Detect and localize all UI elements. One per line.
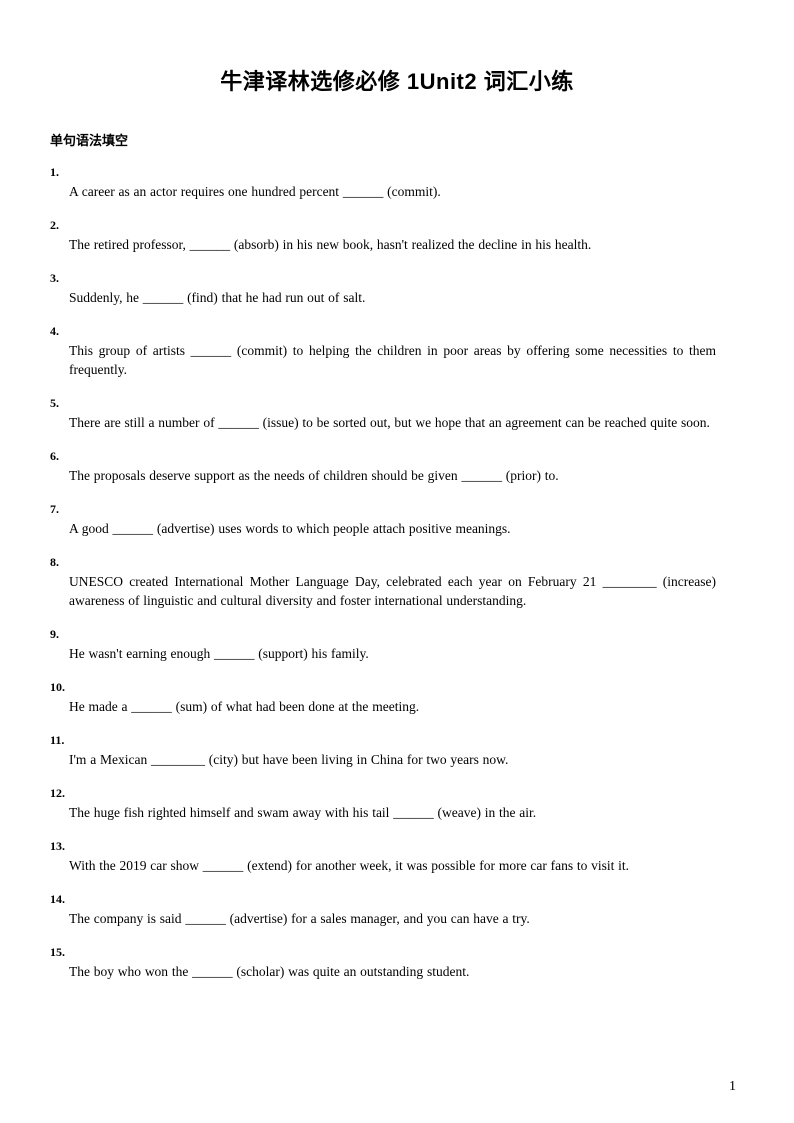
question-text: With the 2019 car show ______ (extend) f… — [69, 858, 630, 873]
question-text: This group of artists ______ (commit) to… — [69, 343, 716, 377]
question-item: 5. There are still a number of ______ (is… — [50, 395, 716, 432]
question-text: The retired professor, ______ (absorb) i… — [69, 237, 592, 252]
question-text: The huge fish righted himself and swam a… — [69, 805, 537, 820]
question-number: 7. — [50, 502, 59, 516]
question-item: 8. UNESCO created International Mother La… — [50, 554, 716, 610]
question-number: 11. — [50, 733, 65, 747]
question-text: The proposals deserve support as the nee… — [69, 468, 559, 483]
question-text: The boy who won the ______ (scholar) was… — [69, 964, 470, 979]
question-number: 9. — [50, 627, 59, 641]
question-item: 1. A career as an actor requires one hund… — [50, 164, 716, 201]
page-number: 1 — [729, 1079, 736, 1094]
question-item: 3. Suddenly, he ______ (find) that he had… — [50, 270, 716, 307]
section-heading: 单句语法填空 — [50, 133, 129, 148]
question-item: 9. He wasn't earning enough ______ (suppo… — [50, 626, 716, 663]
question-number: 8. — [50, 555, 59, 569]
question-text: He made a ______ (sum) of what had been … — [69, 699, 420, 714]
question-text: UNESCO created International Mother Lang… — [69, 574, 716, 608]
question-number: 4. — [50, 324, 59, 338]
question-text: Suddenly, he ______ (find) that he had r… — [69, 290, 366, 305]
question-number: 14. — [50, 892, 65, 906]
question-item: 10. He made a ______ (sum) of what had be… — [50, 679, 716, 716]
question-item: 13. With the 2019 car show ______ (extend… — [50, 838, 716, 875]
question-item: 14. The company is said ______ (advertise… — [50, 891, 716, 928]
question-number: 6. — [50, 449, 59, 463]
question-number: 15. — [50, 945, 65, 959]
question-number: 5. — [50, 396, 59, 410]
question-item: 11. I'm a Mexican ________ (city) but hav… — [50, 732, 716, 769]
question-text: He wasn't earning enough ______ (support… — [69, 646, 369, 661]
question-item: 4. This group of artists ______ (commit) … — [50, 323, 716, 379]
question-text: A career as an actor requires one hundre… — [69, 184, 441, 199]
question-text: There are still a number of ______ (issu… — [69, 415, 710, 430]
question-number: 12. — [50, 786, 65, 800]
question-text: I'm a Mexican ________ (city) but have b… — [69, 752, 509, 767]
question-number: 2. — [50, 218, 59, 232]
question-item: 7. A good ______ (advertise) uses words t… — [50, 501, 716, 538]
question-text: The company is said ______ (advertise) f… — [69, 911, 530, 926]
question-text: A good ______ (advertise) uses words to … — [69, 521, 511, 536]
question-item: 15. The boy who won the ______ (scholar) … — [50, 944, 716, 981]
question-number: 10. — [50, 680, 65, 694]
question-number: 3. — [50, 271, 59, 285]
document-page: 牛津译林选修必修 1Unit2 词汇小练 单句语法填空 1. A career a… — [0, 0, 794, 1123]
question-item: 6. The proposals deserve support as the n… — [50, 448, 716, 485]
question-item: 2. The retired professor, ______ (absorb)… — [50, 217, 716, 254]
question-number: 13. — [50, 839, 65, 853]
page-title: 牛津译林选修必修 1Unit2 词汇小练 — [220, 69, 574, 94]
question-number: 1. — [50, 165, 59, 179]
question-list: 1. A career as an actor requires one hund… — [50, 164, 716, 997]
question-item: 12. The huge fish righted himself and swa… — [50, 785, 716, 822]
